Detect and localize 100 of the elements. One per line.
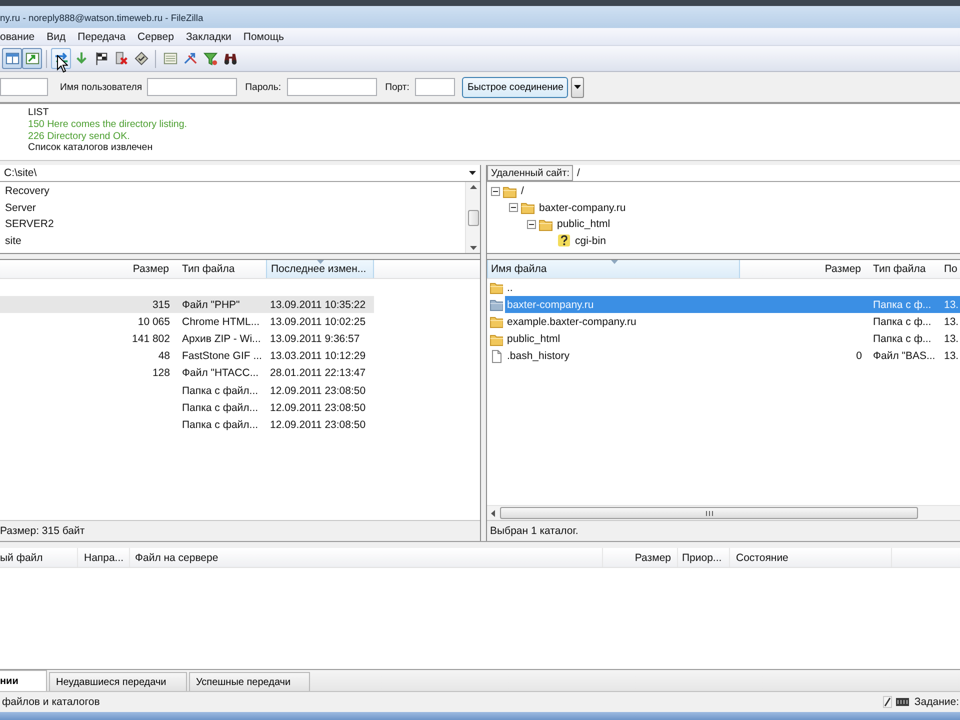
scrollbar-thumb[interactable] — [468, 210, 478, 226]
column-header[interactable]: Размер — [0, 260, 176, 278]
file-type: Папка с ф... — [873, 316, 932, 328]
tree-item[interactable]: Recovery — [5, 183, 465, 200]
file-icon — [490, 350, 502, 363]
path-field[interactable]: / — [573, 165, 960, 181]
column-header[interactable]: Имя файла — [487, 260, 740, 278]
file-name: .bash_history — [507, 350, 570, 362]
column-header[interactable]: Файл на сервере — [130, 548, 603, 567]
host-field[interactable] — [0, 78, 48, 96]
file-type: Chrome HTML... — [182, 316, 260, 328]
port-field[interactable] — [415, 78, 456, 96]
collapse-icon[interactable] — [509, 203, 518, 212]
file-row[interactable]: 315 Файл "PHP" 13.09.2011 10:35:22 — [0, 296, 374, 314]
file-size: 315 — [152, 298, 170, 311]
splitter[interactable] — [487, 253, 960, 260]
path-field[interactable]: C:\site\ — [0, 165, 480, 181]
log-line: 226 Directory send OK. — [28, 130, 131, 142]
collapse-icon[interactable] — [491, 186, 500, 196]
username-field[interactable] — [147, 78, 238, 96]
menu-item[interactable]: Помощь — [237, 30, 290, 42]
splitter[interactable] — [0, 253, 480, 260]
modified-date: 13.09.2011 10:35:22 — [270, 298, 366, 311]
tree-item[interactable]: / — [521, 185, 524, 198]
password-field[interactable] — [287, 78, 378, 96]
transfer-window-icon — [24, 51, 40, 66]
file-row[interactable]: 128 Файл "HTACC... 28.01.2011 22:13:47 — [0, 364, 374, 382]
site-label: Удаленный сайт: — [487, 165, 573, 181]
file-row[interactable]: Папка с файл... 12.09.2011 23:08:50 — [0, 416, 374, 434]
folder-icon — [490, 281, 502, 294]
folder-icon — [521, 201, 535, 214]
folder-icon — [490, 298, 502, 312]
tree-item[interactable]: cgi-bin — [575, 234, 606, 247]
file-row[interactable]: 48 FastStone GIF ... 13.03.2011 10:12:29 — [0, 348, 374, 365]
column-header[interactable]: Размер — [740, 260, 866, 278]
status-text: Выбран 1 каталог. — [490, 525, 578, 537]
file-row[interactable]: example.baxter-company.ru Папка с ф... 13. — [505, 313, 960, 331]
horizontal-scrollbar[interactable] — [487, 505, 960, 520]
queue-tab[interactable]: нии — [0, 670, 47, 691]
column-header[interactable]: По — [938, 260, 960, 278]
column-header[interactable]: Тип файла — [866, 260, 938, 278]
queue-tab[interactable]: Неудавшиеся передачи — [49, 672, 187, 691]
file-type: Папка с файл... — [182, 402, 258, 414]
log-line: LIST — [28, 107, 50, 119]
column-header[interactable]: Размер — [603, 548, 678, 567]
file-name: baxter-company.ru — [507, 298, 594, 311]
quickconnect-button[interactable]: Быстрое соединение — [462, 76, 568, 98]
column-header[interactable]: Тип файла — [176, 260, 266, 278]
modified-date: 13.09.2011 10:02:25 — [270, 316, 366, 328]
modified-date: 13.03.2011 10:12:29 — [270, 350, 366, 362]
field-label: Имя пользователя — [60, 82, 142, 92]
file-row[interactable]: Папка с файл... 12.09.2011 23:08:50 — [0, 382, 374, 400]
scrollbar-thumb[interactable] — [500, 507, 918, 519]
menu-item[interactable]: Передача — [72, 30, 132, 42]
scroll-left-icon[interactable] — [491, 510, 495, 516]
file-size: 48 — [158, 350, 170, 362]
file-row[interactable]: .bash_history 0 Файл "BAS... 13. — [505, 348, 960, 365]
meter-icon — [896, 698, 910, 706]
slash-icon — [883, 696, 892, 708]
scroll-down-icon[interactable] — [470, 246, 476, 250]
column-header[interactable]: Напра... — [78, 548, 130, 567]
queue-label: Задание: — [914, 696, 959, 708]
column-header[interactable]: Приор... — [678, 548, 730, 567]
folder-icon — [539, 218, 553, 231]
tree-item[interactable]: Server — [5, 200, 465, 216]
file-row[interactable]: .. — [505, 279, 960, 296]
column-header[interactable]: ый файл — [0, 548, 78, 567]
modified-date: 12.09.2011 23:08:50 — [270, 418, 366, 431]
file-type: Файл "HTACC... — [182, 367, 259, 380]
vertical-scrollbar[interactable] — [465, 182, 480, 253]
folder-icon — [490, 332, 502, 346]
menu-item[interactable]: Закладки — [180, 30, 238, 42]
scroll-up-icon[interactable] — [470, 185, 476, 189]
column-header[interactable]: Последнее измен... — [266, 260, 374, 278]
file-row[interactable]: 141 802 Архив ZIP - Wi... 13.09.2011 9:36:57 — [0, 330, 374, 348]
file-size: 10 065 — [138, 316, 170, 328]
modified-date: 13. — [944, 316, 959, 328]
file-type: Папка с файл... — [182, 384, 258, 397]
queue-tab[interactable]: Успешные передачи — [189, 672, 310, 691]
file-type: FastStone GIF ... — [182, 350, 262, 362]
log-line: 150 Here comes the directory listing. — [28, 118, 188, 131]
column-header[interactable]: Состояние — [730, 548, 892, 567]
window-panel-icon — [4, 51, 20, 66]
file-type: Архив ZIP - Wi... — [182, 332, 261, 345]
file-row[interactable]: 10 065 Chrome HTML... 13.09.2011 10:02:25 — [0, 313, 374, 330]
down-arrow-icon — [74, 51, 88, 66]
tree-item[interactable]: site — [5, 232, 465, 249]
menu-item[interactable]: ование — [0, 30, 41, 42]
menu-item[interactable]: Вид — [40, 30, 72, 42]
menu-item[interactable]: Сервер — [132, 30, 180, 42]
file-row[interactable]: public_html Папка с ф... 13. — [505, 330, 960, 348]
collapse-icon[interactable] — [527, 220, 536, 229]
caret-icon — [574, 85, 582, 89]
tree-item[interactable]: public_html — [557, 218, 610, 230]
tree-item[interactable]: baxter-company.ru — [539, 202, 626, 214]
folder-icon — [503, 184, 517, 198]
crossed-arrows-icon — [182, 51, 198, 66]
file-row[interactable]: Папка с файл... 12.09.2011 23:08:50 — [0, 399, 374, 416]
dropdown-button[interactable] — [571, 76, 584, 98]
tree-item[interactable]: SERVER2 — [5, 216, 465, 232]
